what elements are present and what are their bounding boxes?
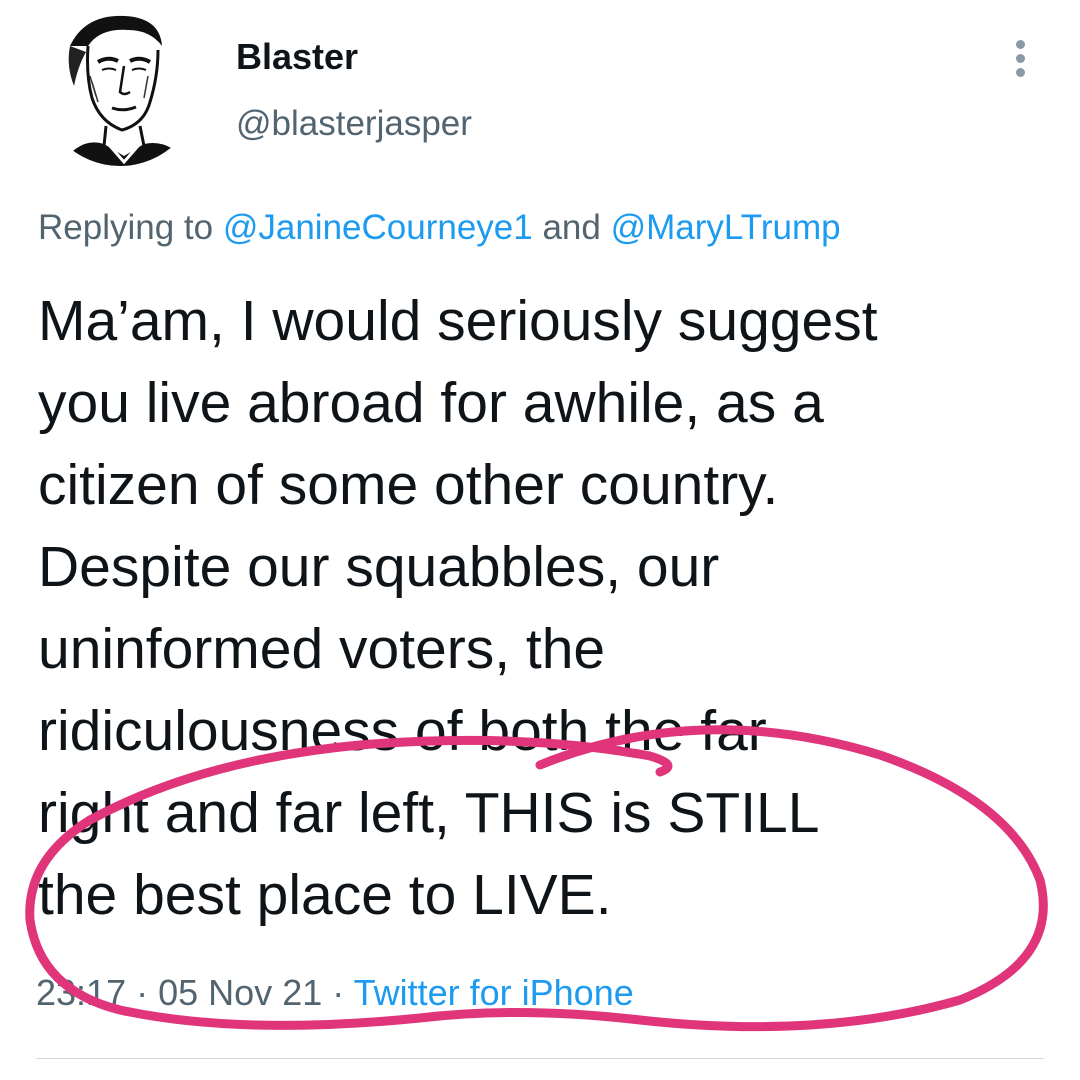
- tweet-line: right and far left, THIS is STILL: [38, 781, 820, 845]
- more-vertical-icon: [1015, 39, 1025, 49]
- tweet-line: you live abroad for awhile, as a: [38, 371, 824, 435]
- more-options-button[interactable]: [1004, 34, 1036, 82]
- tweet-text: Ma’am, I would seriously suggest you liv…: [38, 280, 1048, 936]
- sketch-portrait-avatar-icon: [40, 6, 200, 166]
- tweet-line: the best place to LIVE.: [38, 863, 612, 927]
- meta-separator: ·: [332, 972, 345, 1013]
- tweet-source-link[interactable]: Twitter for iPhone: [354, 972, 634, 1013]
- more-vertical-icon: [1015, 67, 1025, 77]
- meta-separator: ·: [136, 972, 149, 1013]
- tweet-line: Despite our squabbles, our: [38, 535, 720, 599]
- mention-link[interactable]: @JanineCourneye1: [223, 208, 533, 247]
- display-name[interactable]: Blaster: [236, 36, 358, 78]
- avatar[interactable]: [40, 6, 200, 166]
- replying-to: Replying to @JanineCourneye1 and @MaryLT…: [38, 208, 841, 248]
- more-vertical-icon: [1015, 53, 1025, 63]
- tweet-time[interactable]: 23:17: [36, 972, 126, 1013]
- divider: [36, 1058, 1044, 1059]
- tweet-line: citizen of some other country.: [38, 453, 779, 517]
- user-handle[interactable]: @blasterjasper: [236, 104, 472, 144]
- replying-prefix: Replying to: [38, 208, 214, 247]
- tweet-date[interactable]: 05 Nov 21: [158, 972, 322, 1013]
- tweet-line: ridiculousness of both the far: [38, 699, 767, 763]
- tweet-meta: 23:17 · 05 Nov 21 · Twitter for iPhone: [36, 972, 634, 1014]
- tweet-line: uninformed voters, the: [38, 617, 606, 681]
- tweet-line: Ma’am, I would seriously suggest: [38, 289, 878, 353]
- mention-link[interactable]: @MaryLTrump: [611, 208, 841, 247]
- replying-connector: and: [542, 208, 601, 247]
